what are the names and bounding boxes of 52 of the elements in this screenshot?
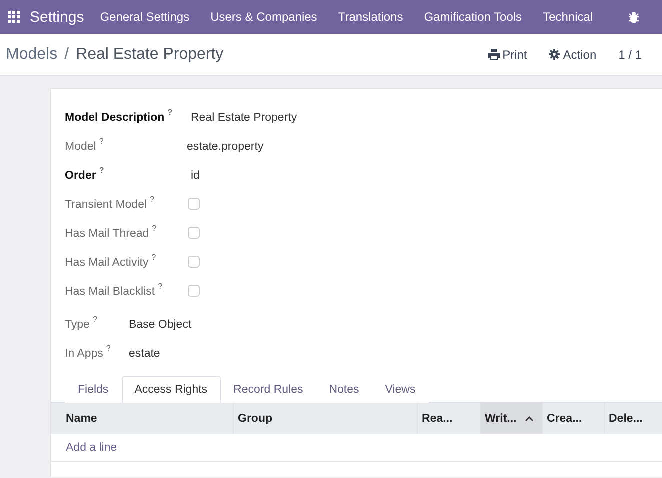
checkbox[interactable]	[188, 256, 200, 268]
tab[interactable]: Access Rights	[122, 376, 221, 403]
help-tooltip[interactable]: ?	[106, 344, 111, 353]
field-label: In Apps $^{?}$	[65, 343, 112, 362]
help-tooltip[interactable]: ?	[99, 137, 104, 146]
breadcrumb-current: Real Estate Property	[76, 46, 224, 64]
field-label: Model Description $^{?}$	[65, 107, 174, 126]
menu-item[interactable]: Translations	[338, 10, 404, 24]
field-value: Real Estate Property	[190, 110, 298, 126]
column-header[interactable]: Dele...	[604, 403, 662, 434]
field-label: Has Mail Activity $^{?}$	[65, 252, 158, 270]
action-button[interactable]: Action	[549, 48, 597, 62]
breadcrumb-separator: /	[64, 46, 70, 64]
field-value: estate	[129, 346, 160, 362]
add-line-link[interactable]: Add a line	[66, 442, 118, 454]
printer-icon	[488, 49, 500, 60]
column-header[interactable]: Crea...	[542, 403, 604, 434]
menu-item[interactable]: Gamification Tools	[424, 10, 522, 24]
field-value: id	[190, 168, 200, 184]
menu-item[interactable]: Technical	[543, 10, 594, 24]
checkbox[interactable]	[188, 227, 200, 239]
help-tooltip[interactable]: ?	[99, 166, 104, 175]
tab[interactable]: Record Rules	[220, 376, 316, 403]
field-value: Base Object	[129, 318, 192, 332]
field-label: Model $^{?}$	[65, 136, 105, 154]
checkbox[interactable]	[188, 285, 200, 297]
column-header[interactable]: Group	[233, 403, 417, 434]
field-label: Transient Model $^{?}$	[65, 194, 156, 212]
help-tooltip[interactable]: ?	[152, 253, 156, 262]
column-header[interactable]: Name	[51, 403, 233, 434]
gear-icon	[549, 49, 560, 60]
breadcrumb-link[interactable]: Models	[6, 46, 58, 64]
field-value: estate.property	[187, 140, 264, 154]
pager[interactable]: 1 / 1	[618, 48, 642, 62]
help-tooltip[interactable]: ?	[168, 108, 173, 117]
help-tooltip[interactable]: ?	[158, 282, 163, 291]
app-name[interactable]: Settings	[30, 8, 84, 26]
checkbox[interactable]	[188, 198, 200, 210]
field-label: Order $^{?}$	[65, 165, 106, 184]
menu-item[interactable]: Users & Companies	[210, 10, 318, 24]
apps-menu-icon[interactable]	[8, 11, 20, 23]
help-tooltip[interactable]: ?	[92, 315, 98, 324]
help-tooltip[interactable]: ?	[152, 224, 157, 233]
print-button[interactable]: Print	[488, 48, 528, 62]
bug-icon[interactable]	[628, 10, 640, 24]
field-label: Has Mail Blacklist $^{?}$	[65, 281, 164, 300]
field-label: Type $^{?}$	[65, 314, 98, 332]
help-tooltip[interactable]: ?	[150, 195, 154, 204]
column-header[interactable]: Writ...	[480, 403, 542, 434]
sort-caret-icon	[524, 416, 534, 422]
field-label: Has Mail Thread $^{?}$	[65, 223, 158, 242]
menu-item[interactable]: General Settings	[100, 10, 190, 24]
